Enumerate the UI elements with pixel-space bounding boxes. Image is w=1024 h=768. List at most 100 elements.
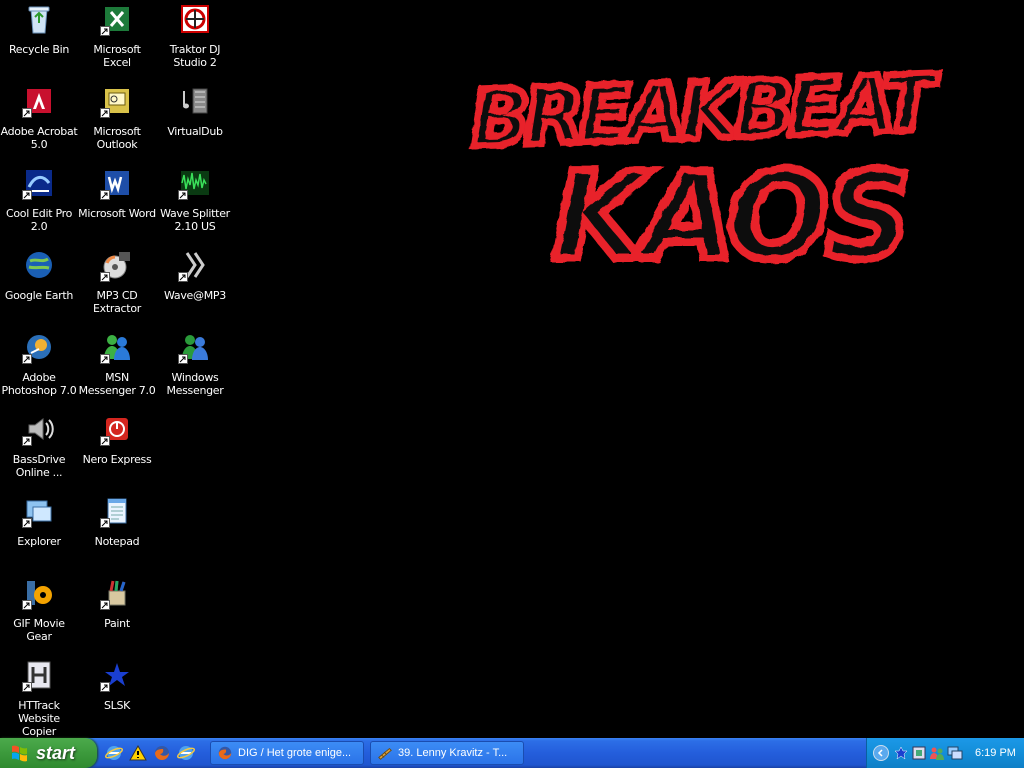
start-label: start: [36, 742, 76, 763]
shortcut-arrow-icon: [100, 190, 110, 200]
acrobat-icon: [22, 84, 56, 118]
msn-messenger-shortcut[interactable]: MSN Messenger 7.0: [78, 330, 156, 410]
gif-movie-gear-icon: [22, 576, 56, 610]
shortcut-arrow-icon: [22, 190, 32, 200]
traktor-shortcut[interactable]: Traktor DJ Studio 2: [156, 2, 234, 82]
word-icon: [100, 166, 134, 200]
icon-label: Adobe Photoshop 7.0: [1, 371, 77, 397]
shortcut-arrow-icon: [100, 272, 110, 282]
icon-label: Windows Messenger: [166, 371, 224, 397]
recycle-bin-shortcut[interactable]: Recycle Bin: [0, 2, 78, 82]
icon-label: Microsoft Word: [78, 207, 156, 220]
outlook-icon: [100, 84, 134, 118]
shortcut-arrow-icon: [22, 600, 32, 610]
icon-label: VirtualDub: [167, 125, 223, 138]
shortcut-arrow-icon: [100, 436, 110, 446]
task-label: 39. Lenny Kravitz - T...: [398, 747, 508, 759]
icon-label: Recycle Bin: [8, 43, 70, 56]
slsk-shortcut[interactable]: SLSK: [78, 658, 156, 738]
firefox-icon: [218, 746, 232, 760]
windows-flag-icon: [12, 745, 27, 762]
notepad-shortcut[interactable]: Notepad: [78, 494, 156, 574]
icon-label: MP3 CD Extractor: [93, 289, 141, 315]
cool-edit-shortcut[interactable]: Cool Edit Pro 2.0: [0, 166, 78, 246]
acrobat-shortcut[interactable]: Adobe Acrobat 5.0: [0, 84, 78, 164]
shortcut-arrow-icon: [100, 682, 110, 692]
explorer-icon: [22, 494, 56, 528]
icon-label: GIF Movie Gear: [13, 617, 65, 643]
explorer-shortcut[interactable]: Explorer: [0, 494, 78, 574]
paint-icon: [100, 576, 134, 610]
nero-shortcut[interactable]: Nero Express: [78, 412, 156, 492]
ie-icon-2[interactable]: [176, 743, 196, 763]
windows-messenger-icon: [178, 330, 212, 364]
traktor-icon: [178, 2, 212, 36]
google-earth-shortcut[interactable]: Google Earth: [0, 248, 78, 328]
logo-line-2: KAOS: [553, 148, 908, 287]
notepad-icon: [100, 494, 134, 528]
shortcut-arrow-icon: [100, 518, 110, 528]
excel-icon: [100, 2, 134, 36]
monitor-icon[interactable]: [947, 745, 963, 761]
taskbar: start DIG / Het grote enige... 39. Lenny…: [0, 738, 1024, 768]
recycle-bin-icon: [22, 2, 56, 36]
taskbar-button-media[interactable]: 39. Lenny Kravitz - T...: [370, 741, 524, 765]
outlook-shortcut[interactable]: Microsoft Outlook: [78, 84, 156, 164]
network-icon[interactable]: [911, 745, 927, 761]
icon-label: Microsoft Excel: [93, 43, 141, 69]
shortcut-arrow-icon: [22, 518, 32, 528]
virtualdub-icon: [178, 84, 212, 118]
icon-label: Paint: [104, 617, 130, 630]
windows-messenger-shortcut[interactable]: Windows Messenger: [156, 330, 234, 410]
warning-icon[interactable]: [128, 743, 148, 763]
shortcut-arrow-icon: [22, 682, 32, 692]
shortcut-arrow-icon: [22, 436, 32, 446]
httrack-shortcut[interactable]: HTTrack Website Copier: [0, 658, 78, 738]
shortcut-arrow-icon: [178, 190, 188, 200]
icon-label: Adobe Acrobat 5.0: [0, 125, 78, 151]
icon-label: Wave Splitter 2.10 US: [160, 207, 230, 233]
bassdrive-icon: [22, 412, 56, 446]
wave-mp3-shortcut[interactable]: Wave@MP3: [156, 248, 234, 328]
wave-mp3-icon: [178, 248, 212, 282]
chevron-left-icon: [877, 749, 883, 757]
breakbeat-kaos-logo: BREAKBEAT KAOS: [466, 58, 946, 288]
task-label: DIG / Het grote enige...: [238, 747, 352, 759]
bassdrive-shortcut[interactable]: BassDrive Online ...: [0, 412, 78, 492]
icon-label: Cool Edit Pro 2.0: [5, 207, 73, 233]
show-hidden-icons-button[interactable]: [873, 745, 889, 761]
icon-label: BassDrive Online ...: [12, 453, 66, 479]
paint-shortcut[interactable]: Paint: [78, 576, 156, 656]
gif-movie-gear-shortcut[interactable]: GIF Movie Gear: [0, 576, 78, 656]
users-icon[interactable]: [929, 745, 945, 761]
media-icon: [378, 747, 392, 760]
taskbar-button-firefox[interactable]: DIG / Het grote enige...: [210, 741, 364, 765]
word-shortcut[interactable]: Microsoft Word: [78, 166, 156, 246]
clock[interactable]: 6:19 PM: [975, 747, 1016, 759]
icon-label: Wave@MP3: [164, 289, 226, 302]
firefox-icon[interactable]: [152, 743, 172, 763]
icon-label: Traktor DJ Studio 2: [169, 43, 221, 69]
start-button[interactable]: start: [0, 738, 97, 768]
icon-label: SLSK: [103, 699, 131, 712]
shortcut-arrow-icon: [100, 108, 110, 118]
icon-label: MSN Messenger 7.0: [78, 371, 156, 397]
mp3-cd-extractor-shortcut[interactable]: MP3 CD Extractor: [78, 248, 156, 328]
slsk-icon: [100, 658, 134, 692]
shortcut-arrow-icon: [178, 354, 188, 364]
icon-label: Explorer: [17, 535, 61, 548]
icon-label: Google Earth: [4, 289, 74, 302]
wave-splitter-shortcut[interactable]: Wave Splitter 2.10 US: [156, 166, 234, 246]
shortcut-arrow-icon: [100, 26, 110, 36]
excel-shortcut[interactable]: Microsoft Excel: [78, 2, 156, 82]
shortcut-arrow-icon: [178, 272, 188, 282]
msn-messenger-icon: [100, 330, 134, 364]
google-earth-icon: [22, 248, 56, 282]
icon-label: Nero Express: [82, 453, 152, 466]
slsk-tray-icon[interactable]: [893, 745, 909, 761]
shortcut-arrow-icon: [100, 600, 110, 610]
ie-icon[interactable]: [104, 743, 124, 763]
virtualdub-shortcut[interactable]: VirtualDub: [156, 84, 234, 164]
wave-splitter-icon: [178, 166, 212, 200]
photoshop-shortcut[interactable]: Adobe Photoshop 7.0: [0, 330, 78, 410]
